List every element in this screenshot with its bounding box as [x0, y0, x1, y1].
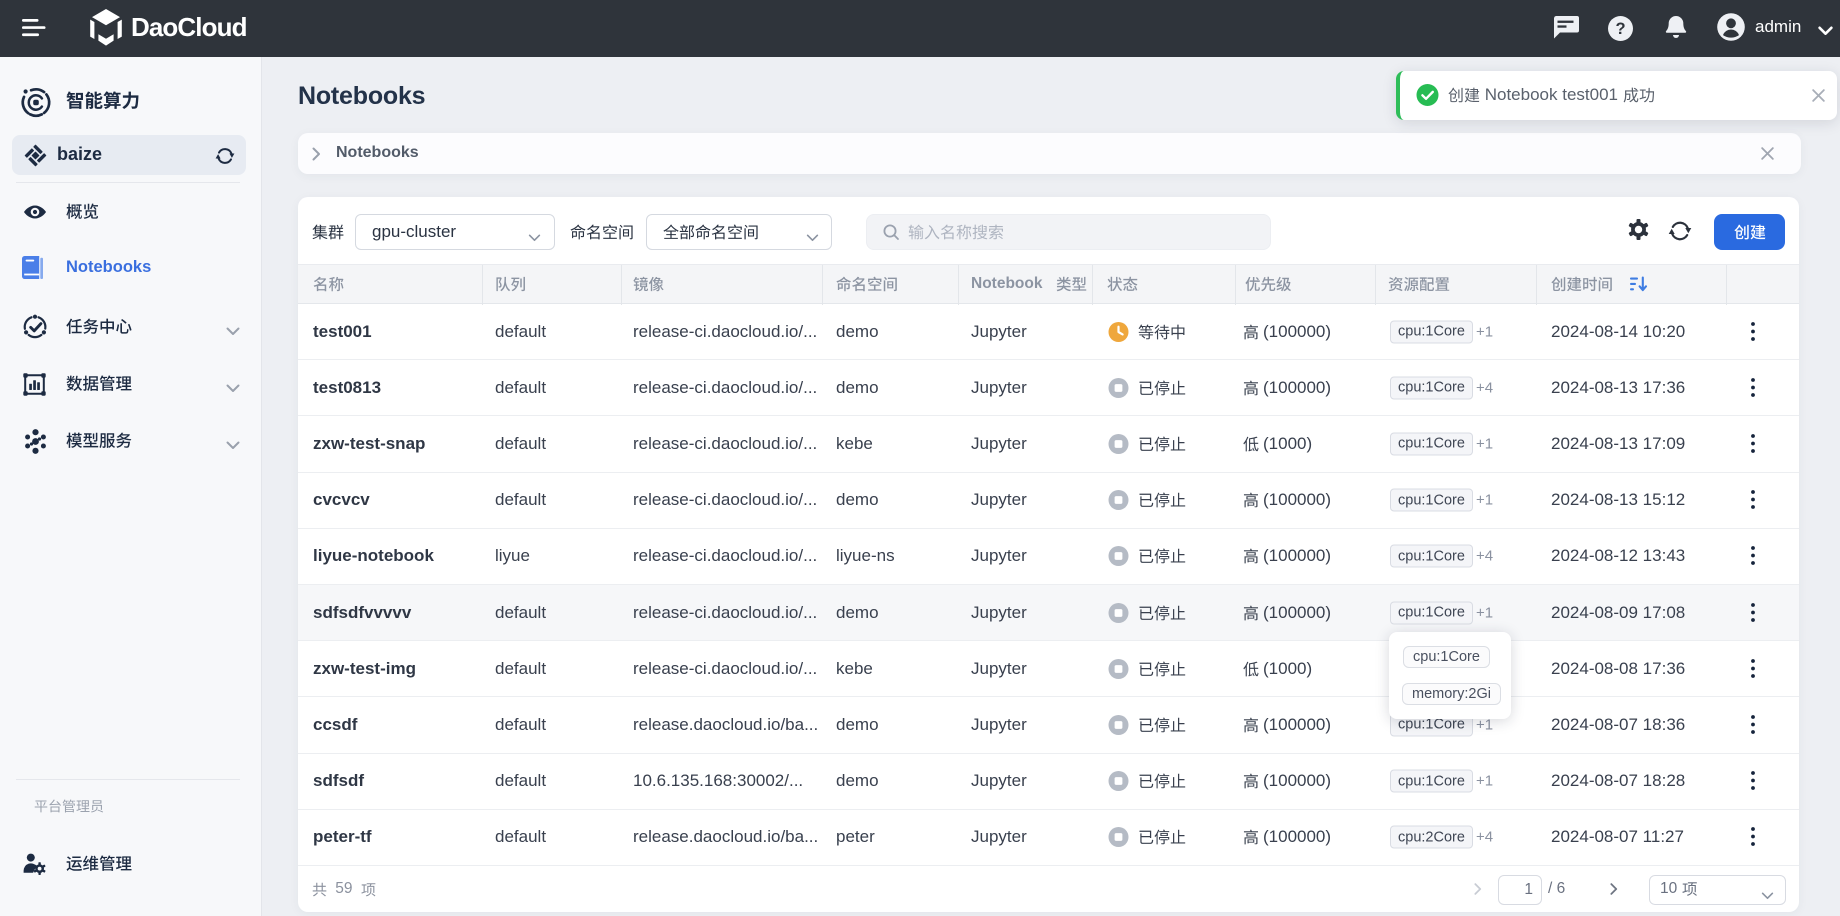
svg-text:?: ? [1615, 20, 1625, 38]
